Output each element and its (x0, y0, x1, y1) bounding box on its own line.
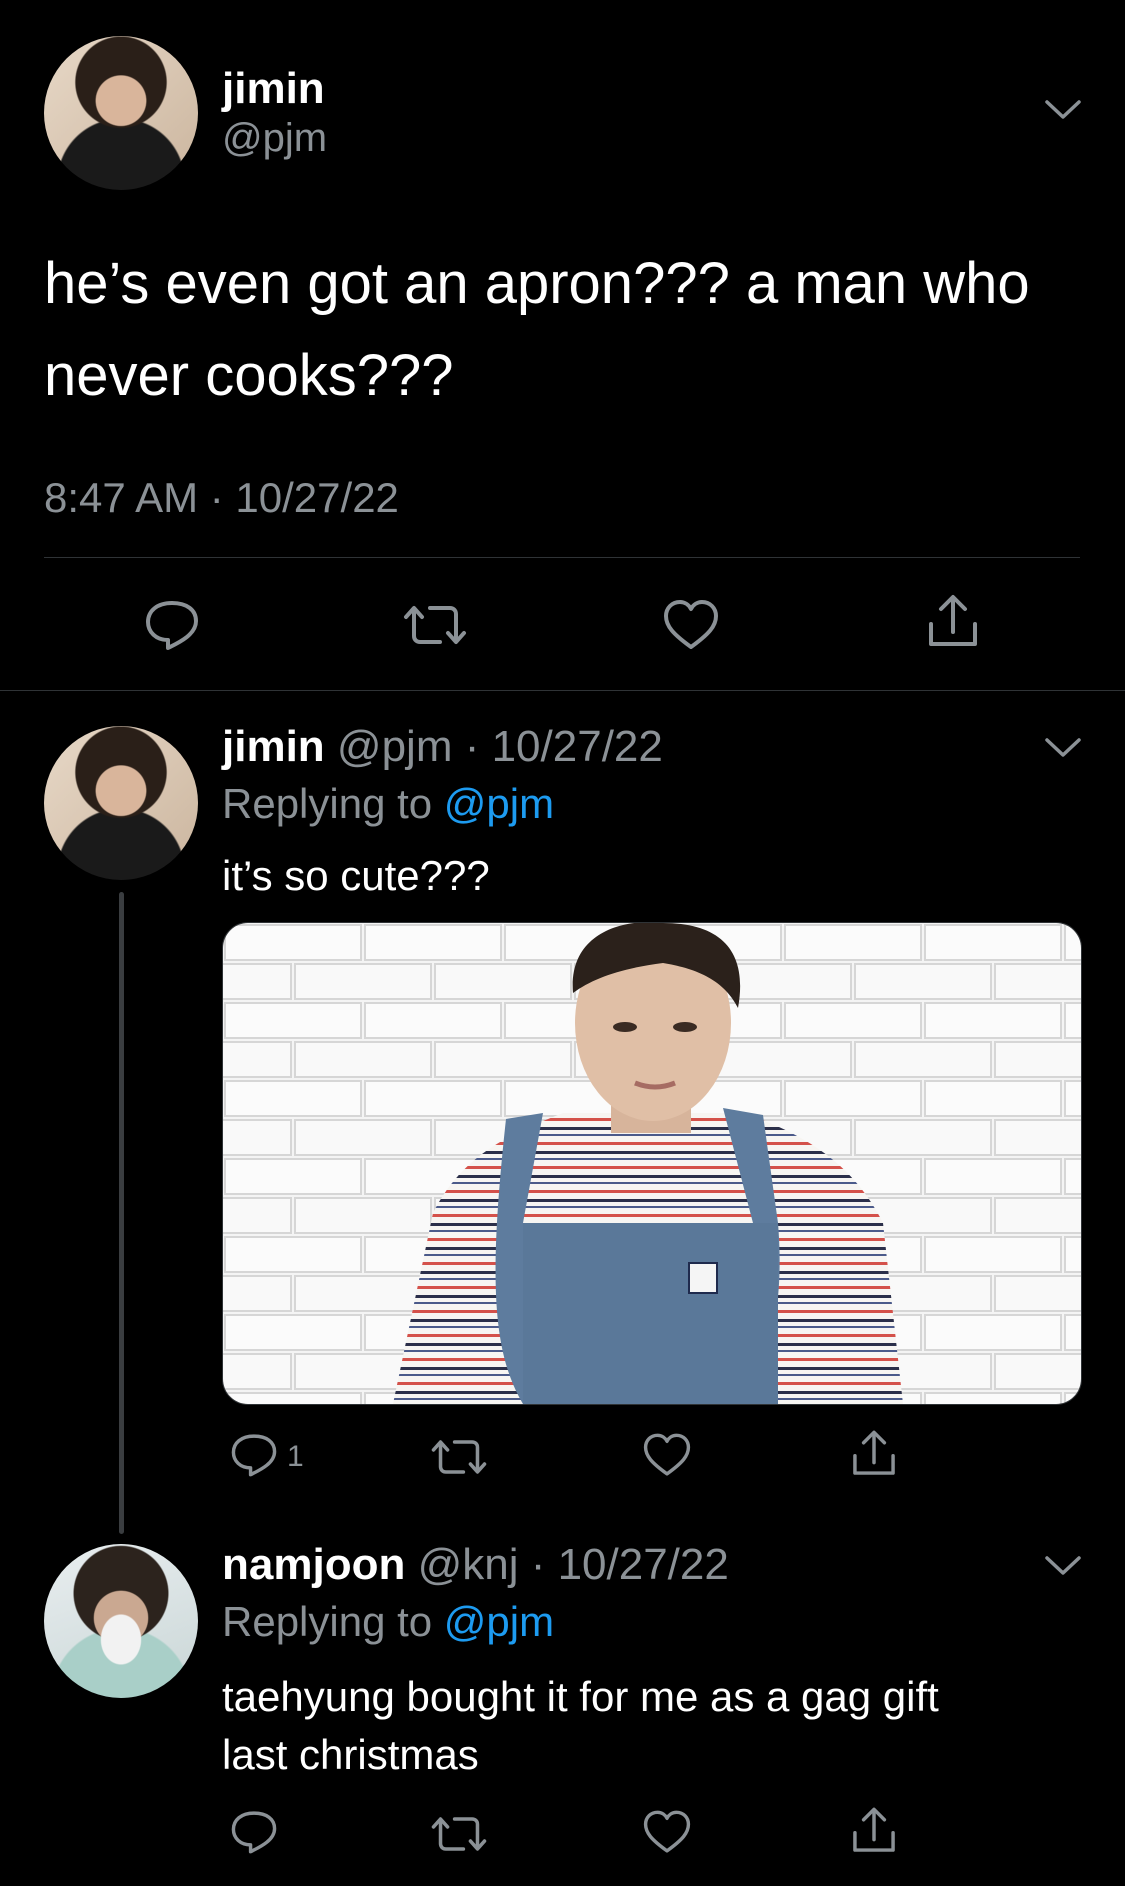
thread-line (119, 892, 124, 1534)
reply-text: it’s so cute??? (222, 852, 490, 899)
reply-icon[interactable] (228, 1431, 280, 1479)
author-name[interactable]: jimin (222, 64, 325, 114)
tweet-timestamp[interactable]: 8:47 AM · 10/27/22 (44, 474, 399, 522)
tweet-text: he’s even got an apron??? a man who neve… (44, 238, 1104, 422)
replying-to: Replying to @pjm (222, 1598, 554, 1646)
replying-handle[interactable]: @pjm (444, 780, 554, 827)
reply-text-line: taehyung bought it for me as a gag gift (222, 1673, 939, 1720)
author-name[interactable]: namjoon (222, 1540, 405, 1589)
photo-illustration (223, 923, 1081, 1404)
chevron-down-icon[interactable] (1044, 736, 1082, 760)
like-icon[interactable] (641, 1808, 693, 1856)
author-meta[interactable]: @pjm · 10/27/22 (337, 722, 663, 771)
tweet-text-line: he’s even got an apron??? a man who (44, 251, 1030, 316)
avatar[interactable] (44, 1544, 198, 1698)
share-icon[interactable] (923, 592, 983, 652)
reply-header: jimin @pjm · 10/27/22 (222, 722, 663, 772)
replying-to: Replying to @pjm (222, 780, 554, 828)
author-name[interactable]: jimin (222, 722, 325, 771)
share-icon[interactable] (848, 1805, 900, 1857)
reply-count: 1 (287, 1440, 304, 1473)
like-icon[interactable] (641, 1431, 693, 1479)
replying-handle[interactable]: @pjm (444, 1598, 554, 1645)
replying-prefix: Replying to (222, 780, 444, 827)
tweet-text-line: never cooks??? (44, 343, 454, 408)
chevron-down-icon[interactable] (1044, 1554, 1082, 1578)
tweet-photo[interactable] (222, 922, 1082, 1405)
divider (0, 690, 1125, 691)
reply-icon[interactable] (142, 597, 202, 653)
reply-text-line: last christmas (222, 1731, 479, 1778)
avatar[interactable] (44, 726, 198, 880)
retweet-icon[interactable] (428, 1435, 490, 1479)
author-handle[interactable]: @pjm (222, 116, 327, 161)
chevron-down-icon[interactable] (1044, 98, 1082, 122)
retweet-icon[interactable] (400, 600, 470, 650)
avatar[interactable] (44, 36, 198, 190)
retweet-icon[interactable] (428, 1812, 490, 1856)
author-meta[interactable]: @knj · 10/27/22 (418, 1540, 729, 1589)
reply-header: namjoon @knj · 10/27/22 (222, 1540, 729, 1590)
share-icon[interactable] (848, 1428, 900, 1480)
replying-prefix: Replying to (222, 1598, 444, 1645)
like-icon[interactable] (661, 597, 721, 653)
reply-icon[interactable] (228, 1808, 280, 1856)
reply-text: taehyung bought it for me as a gag gift … (222, 1668, 1082, 1784)
divider (44, 557, 1080, 558)
